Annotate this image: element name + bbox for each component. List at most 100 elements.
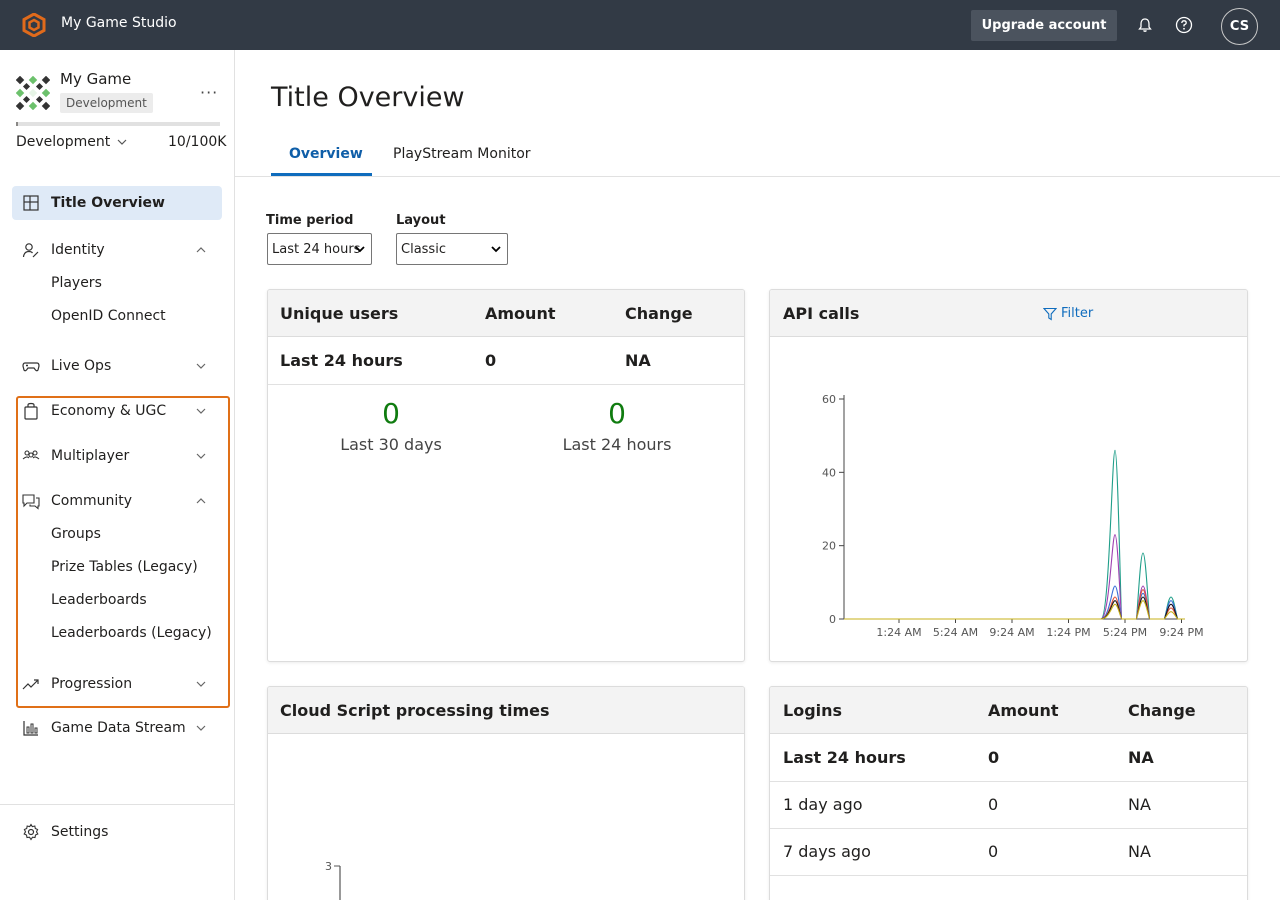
series-line: [844, 534, 1185, 620]
stat-value: 0: [382, 397, 400, 430]
row-divider: [770, 875, 1247, 876]
row-divider: [268, 384, 744, 385]
page-title: Title Overview: [271, 82, 465, 113]
row-divider: [770, 828, 1247, 829]
series-line: [844, 449, 1185, 620]
row-period: 7 days ago: [783, 842, 871, 861]
y-tick-label: 0: [829, 613, 836, 626]
y-tick-label: 3: [325, 860, 332, 873]
y-tick-label: 60: [822, 393, 836, 406]
nav-label: Identity: [51, 242, 105, 258]
highlight-box: [16, 396, 230, 708]
chevron-down-icon: [491, 246, 501, 253]
gear-icon: [23, 823, 39, 841]
x-tick-label: 5:24 PM: [1103, 626, 1147, 639]
series-line: [844, 600, 1185, 620]
time-period-value: Last 24 hours: [272, 241, 361, 257]
api-calls-card: API calls Filter 0 20 40 60 1:24 AM 5:24 AM 9:…: [769, 289, 1248, 662]
nav-title-overview[interactable]: Title Overview: [12, 186, 222, 220]
studio-logo-icon[interactable]: [22, 13, 46, 37]
column-header: Amount: [485, 304, 556, 323]
chevron-down-icon: [355, 246, 365, 253]
filter-icon: [1043, 307, 1057, 320]
row-change: NA: [625, 351, 651, 370]
row-period: Last 24 hours: [783, 748, 906, 767]
nav-live-ops[interactable]: Live Ops: [12, 349, 222, 383]
top-bar: My Game Studio Upgrade account CS: [0, 0, 1280, 50]
user-avatar[interactable]: CS: [1221, 8, 1258, 45]
upgrade-account-button[interactable]: Upgrade account: [971, 10, 1117, 41]
nav-label: Title Overview: [51, 195, 165, 211]
x-tick-label: 1:24 AM: [876, 626, 921, 639]
nav-sub-players[interactable]: Players: [51, 275, 102, 291]
grid-icon: [23, 195, 39, 211]
sidebar: My Game Development ··· Development 10/1…: [0, 50, 235, 900]
nav-identity[interactable]: Identity: [12, 233, 222, 267]
tab-overview[interactable]: Overview: [289, 146, 363, 162]
game-name[interactable]: My Game: [60, 70, 131, 88]
identity-icon: [22, 243, 39, 258]
row-divider: [770, 781, 1247, 782]
stat-caption: Last 24 hours: [562, 435, 672, 454]
unique-users-card: Unique users Amount Change Last 24 hours…: [267, 289, 745, 662]
time-period-label: Time period: [266, 213, 354, 228]
nav-label: Game Data Stream: [51, 720, 186, 736]
nav-game-data-stream[interactable]: Game Data Stream: [12, 711, 222, 745]
environment-select[interactable]: Development: [16, 134, 128, 150]
cloud-script-card: Cloud Script processing times 3: [267, 686, 745, 900]
x-tick-label: 5:24 AM: [933, 626, 978, 639]
gamepad-icon: [22, 362, 40, 372]
nav-label: Live Ops: [51, 358, 112, 374]
time-period-select[interactable]: Last 24 hours: [267, 233, 372, 265]
layout-select[interactable]: Classic: [396, 233, 508, 265]
bar-chart-icon: [23, 721, 38, 736]
api-calls-chart: 0 20 40 60 1:24 AM 5:24 AM 9:24 AM 1:24 PM 5:24 …: [822, 393, 1204, 639]
series-line: [844, 585, 1185, 620]
layout-value: Classic: [401, 241, 446, 257]
game-logo-icon: [16, 76, 50, 110]
usage-bar: [16, 122, 220, 126]
filter-button[interactable]: Filter: [1043, 306, 1093, 321]
environment-badge: Development: [60, 93, 153, 113]
bell-icon[interactable]: [1135, 15, 1155, 35]
nav-sub-openid-connect[interactable]: OpenID Connect: [51, 308, 166, 324]
row-amount: 0: [988, 748, 1000, 767]
row-amount: 0: [988, 842, 999, 861]
filter-label: Filter: [1061, 306, 1094, 321]
logins-card: Logins Amount Change Last 24 hours 0 NA …: [769, 686, 1248, 900]
row-period: 1 day ago: [783, 795, 863, 814]
nav-settings[interactable]: Settings: [12, 815, 222, 849]
stat-caption: Last 30 days: [340, 435, 442, 454]
tab-playstream-monitor[interactable]: PlayStream Monitor: [393, 146, 531, 162]
row-change: NA: [1128, 842, 1151, 861]
row-amount: 0: [485, 351, 497, 370]
y-tick-label: 20: [822, 540, 836, 553]
tabs-divider: [235, 176, 1280, 177]
column-header: Change: [1128, 701, 1196, 720]
chevron-up-icon: [196, 247, 206, 253]
x-tick-label: 9:24 PM: [1159, 626, 1203, 639]
column-header: Logins: [783, 701, 843, 720]
series-line: [844, 596, 1185, 620]
row-period: Last 24 hours: [280, 351, 403, 370]
stat-value: 0: [608, 397, 626, 430]
series-line: [844, 589, 1185, 620]
row-change: NA: [1128, 748, 1154, 767]
card-title: Cloud Script processing times: [280, 701, 550, 720]
layout-label: Layout: [396, 213, 446, 228]
chevron-down-icon: [117, 139, 127, 145]
nav-label: Settings: [51, 824, 109, 840]
usage-count: 10/100K: [168, 134, 227, 150]
row-amount: 0: [988, 795, 999, 814]
chevron-down-icon: [196, 725, 206, 731]
x-tick-label: 9:24 AM: [989, 626, 1034, 639]
environment-label: Development: [16, 134, 111, 150]
row-change: NA: [1128, 795, 1151, 814]
card-title: API calls: [783, 304, 860, 323]
help-icon[interactable]: [1174, 15, 1194, 35]
y-tick-label: 40: [822, 466, 836, 479]
cloud-script-chart: 3: [325, 860, 341, 900]
studio-name[interactable]: My Game Studio: [61, 15, 177, 31]
sidebar-divider: [0, 804, 234, 805]
more-options-button[interactable]: ···: [200, 83, 218, 102]
